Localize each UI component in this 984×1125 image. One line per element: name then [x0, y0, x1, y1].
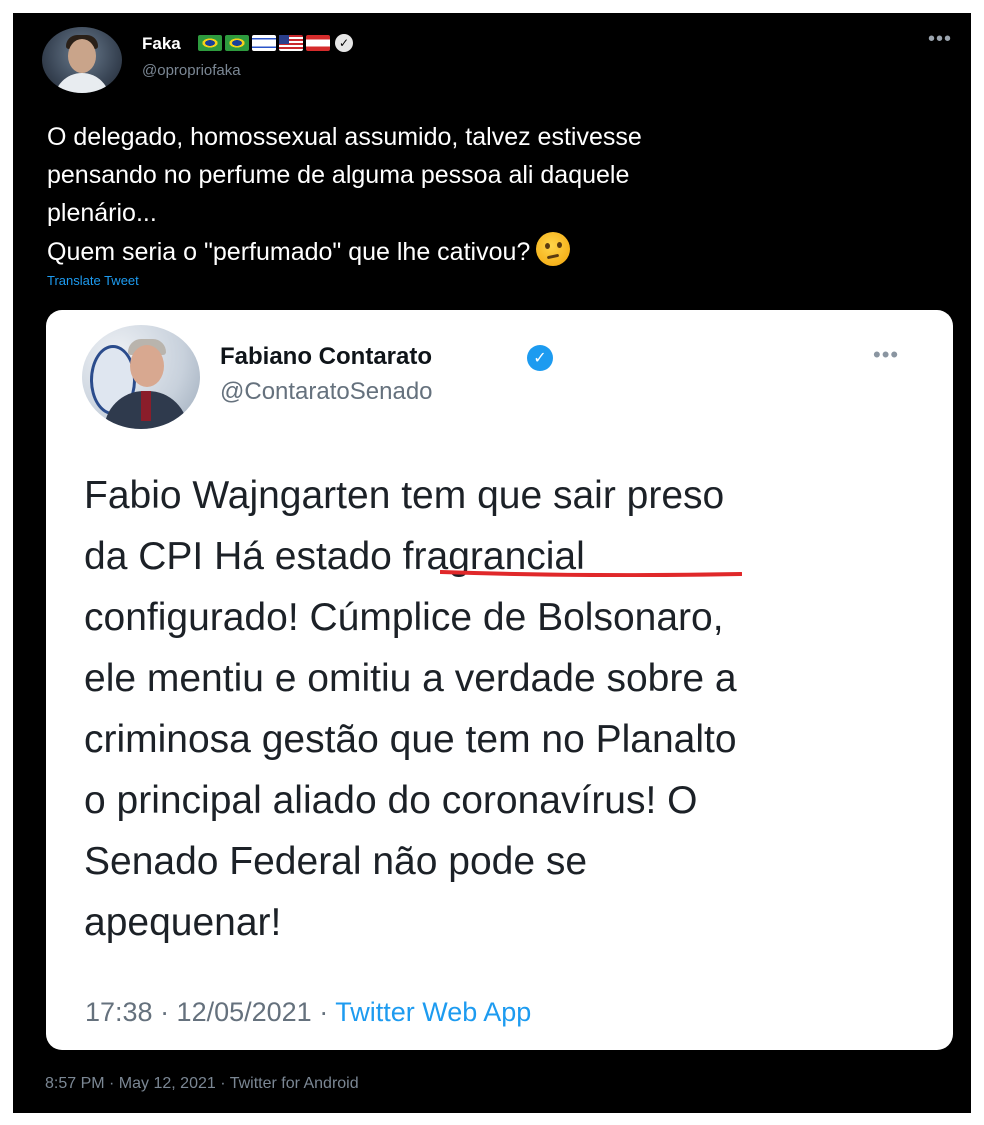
usa-flag-icon [279, 35, 303, 51]
tweet-text-line-with-emoji: Quem seria o "perfumado" que lhe cativou… [47, 232, 947, 271]
quoted-more-options-icon[interactable]: ••• [873, 342, 899, 368]
quoted-text-line: da CPI Há estado fragrancial [84, 535, 585, 578]
brazil-flag-icon [198, 35, 222, 51]
author-handle[interactable]: @opropriofaka [142, 62, 241, 79]
avatar-face [68, 39, 96, 73]
quoted-text-line: Fabio Wajngarten tem que sair preso [84, 474, 725, 517]
tweet-text: O delegado, homossexual assumido, talvez… [47, 118, 947, 271]
quoted-tweet-time: 17:38 · 12/05/2021 · [85, 997, 336, 1027]
quoted-text-line: ele mentiu e omitiu a verdade sobre a [84, 657, 737, 700]
tweet-text-line: Quem seria o "perfumado" que lhe cativou… [47, 238, 531, 266]
avatar-shirt [54, 73, 110, 93]
quoted-avatar[interactable] [82, 325, 200, 429]
flag-emoji-row: ✓ [198, 34, 353, 52]
quoted-tweet-app-link[interactable]: Twitter Web App [335, 997, 531, 1027]
red-underline-annotation [440, 570, 742, 577]
thinking-face-icon [536, 232, 571, 266]
lebanon-flag-icon [306, 35, 330, 51]
avatar-tie [141, 391, 151, 421]
brazil-flag-icon [225, 35, 249, 51]
quoted-tweet-meta: 17:38 · 12/05/2021 · Twitter Web App [85, 997, 531, 1028]
tweet-text-line: pensando no perfume de alguma pessoa ali… [47, 161, 630, 189]
israel-flag-icon [252, 35, 276, 51]
quoted-text-line: apequenar! [84, 901, 282, 944]
avatar-face [130, 345, 164, 387]
quoted-tweet-text: Fabio Wajngarten tem que sair preso da C… [84, 465, 934, 953]
quoted-text-line: o principal aliado do coronavírus! O [84, 779, 698, 822]
quoted-text-line: Senado Federal não pode se [84, 840, 588, 883]
quoted-author-handle[interactable]: @ContaratoSenado [220, 378, 433, 406]
quoted-text-line: configurado! Cúmplice de Bolsonaro, [84, 596, 724, 639]
tweet-text-line: plenário... [47, 199, 157, 227]
quoted-author-name[interactable]: Fabiano Contarato [220, 343, 432, 371]
verified-badge-icon: ✓ [335, 34, 353, 52]
tweet-timestamp[interactable]: 8:57 PM · May 12, 2021 · Twitter for And… [45, 1075, 359, 1093]
more-options-icon[interactable]: ••• [928, 28, 952, 51]
quoted-text-line: criminosa gestão que tem no Planalto [84, 718, 737, 761]
avatar[interactable] [42, 27, 122, 93]
translate-tweet-link[interactable]: Translate Tweet [47, 273, 139, 288]
author-name[interactable]: Faka [142, 34, 181, 54]
verified-badge-icon: ✓ [527, 345, 553, 371]
tweet-text-line: O delegado, homossexual assumido, talvez… [47, 123, 642, 151]
